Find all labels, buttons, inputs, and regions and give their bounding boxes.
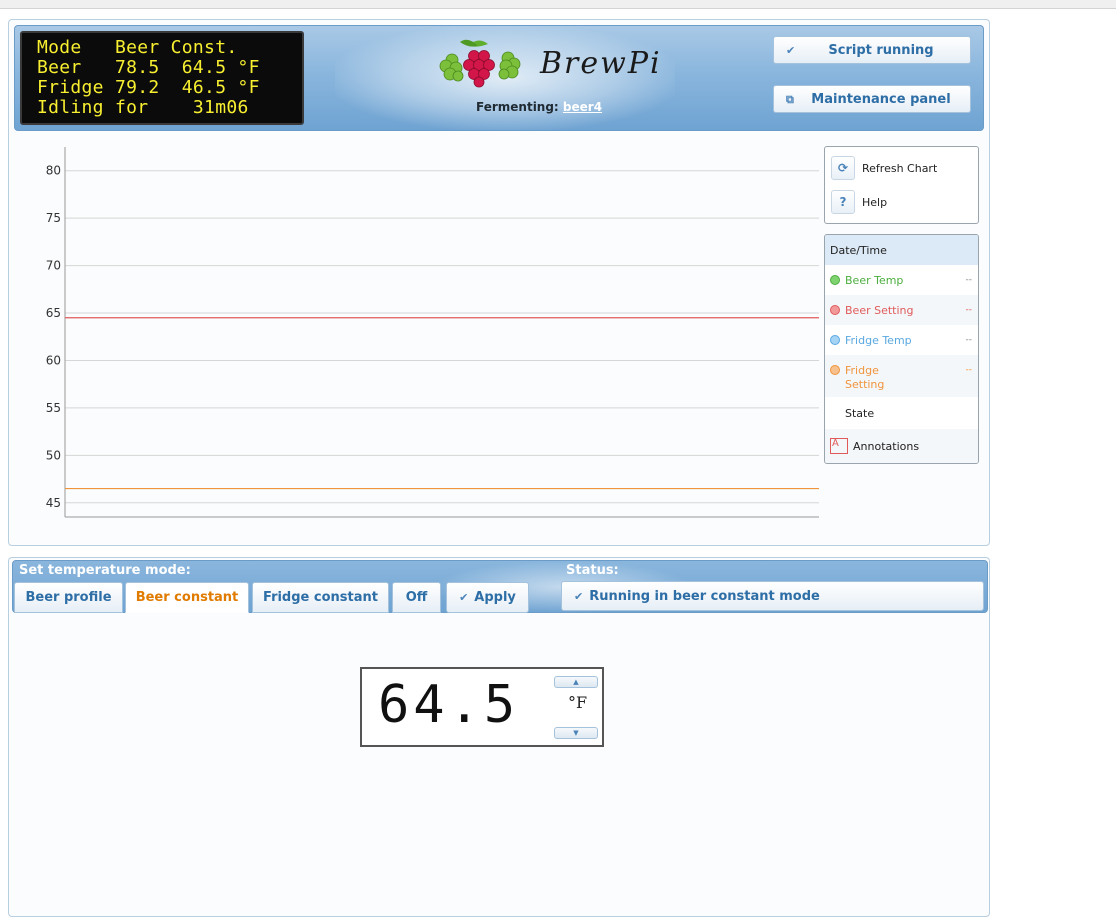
temperature-chart[interactable]: 45 50 55 60 65 70 75 80: [30, 145, 820, 525]
y-tick-label: 55: [46, 401, 61, 415]
y-tick-label: 75: [46, 211, 61, 225]
legend-item-annotations[interactable]: A Annotations: [825, 429, 978, 463]
fermenting-label: Fermenting: beer4: [476, 100, 602, 114]
legend-label: Fridge Temp: [845, 334, 912, 347]
legend-item-beer-setting[interactable]: Beer Setting --: [825, 295, 978, 325]
help-icon: ?: [831, 190, 855, 214]
y-tick-label: 60: [46, 353, 61, 367]
chevron-up-icon: ▲: [573, 678, 579, 686]
browser-bookmarks-bar: [0, 0, 1116, 9]
legend-value: --: [965, 335, 973, 345]
help-button[interactable]: ? Help: [831, 190, 887, 214]
legend-label: Beer Setting: [845, 304, 914, 317]
setpoint-unit: °F: [568, 693, 588, 712]
legend-value: --: [965, 305, 973, 315]
lcd-line-4: Idling for 31m06: [37, 97, 249, 118]
legend-value: --: [965, 365, 973, 375]
status-indicator: ✔ Running in beer constant mode: [561, 581, 984, 611]
setpoint-value[interactable]: 64.5: [378, 675, 519, 735]
decrease-setpoint-button[interactable]: ▼: [554, 727, 598, 739]
setpoint-widget: 64.5 ▲ °F ▼: [360, 667, 604, 747]
maintenance-panel-button[interactable]: ⧉ Maintenance panel: [773, 85, 971, 113]
y-tick-label: 65: [46, 306, 61, 320]
legend-value: --: [965, 275, 973, 285]
legend-label: Annotations: [853, 440, 920, 453]
maintenance-panel-label: Maintenance panel: [811, 92, 951, 107]
y-tick-label: 50: [46, 448, 61, 462]
beer-profile-button[interactable]: Beer profile: [14, 582, 123, 613]
legend-item-fridge-setting[interactable]: Fridge Setting --: [825, 355, 978, 397]
legend-label: Beer Temp: [845, 274, 904, 287]
chart-legend: Date/Time Beer Temp -- Beer Setting -- F…: [824, 234, 979, 464]
script-running-label: Script running: [828, 43, 934, 58]
y-tick-label: 45: [46, 496, 61, 510]
refresh-chart-label: Refresh Chart: [862, 161, 938, 175]
fermenting-text: Fermenting:: [476, 100, 559, 114]
legend-datetime: Date/Time: [825, 235, 978, 265]
status-text: Running in beer constant mode: [589, 588, 820, 604]
brand-name: BrewPi: [540, 46, 662, 81]
script-running-button[interactable]: ✔ Script running: [773, 36, 971, 64]
beer-name-link[interactable]: beer4: [563, 100, 602, 114]
checkmark-icon: ✔: [574, 589, 584, 603]
lcd-display: Mode Beer Const. Beer 78.5 64.5 °F Fridg…: [20, 31, 304, 125]
increase-setpoint-button[interactable]: ▲: [554, 676, 598, 688]
fridge-constant-button[interactable]: Fridge constant: [252, 582, 389, 613]
off-button[interactable]: Off: [392, 582, 441, 613]
apply-label: Apply: [474, 590, 516, 605]
y-tick-label: 80: [46, 164, 61, 178]
refresh-icon: ⟳: [831, 156, 855, 180]
lcd-line-1: Mode Beer Const.: [37, 37, 238, 58]
legend-item-state[interactable]: State: [825, 397, 978, 429]
checkmark-icon: ✔: [459, 591, 469, 604]
beer-temp-dot-icon: [830, 275, 840, 285]
legend-label: State: [845, 407, 875, 420]
apply-button[interactable]: ✔ Apply: [446, 582, 529, 613]
legend-item-fridge-temp[interactable]: Fridge Temp --: [825, 325, 978, 355]
help-label: Help: [862, 195, 888, 209]
lcd-line-2: Beer 78.5 64.5 °F: [37, 57, 260, 78]
lcd-line-3: Fridge 79.2 46.5 °F: [37, 77, 260, 98]
fridge-setting-dot-icon: [830, 365, 840, 375]
chart-controls: ⟳ Refresh Chart ? Help: [824, 146, 979, 224]
raspberry-logo-icon: [438, 36, 538, 92]
annotation-icon: A: [830, 438, 848, 454]
beer-constant-button[interactable]: Beer constant: [125, 582, 249, 613]
chevron-down-icon: ▼: [573, 729, 579, 737]
y-tick-label: 70: [46, 259, 61, 273]
status-title: Status:: [566, 563, 619, 578]
legend-label: Fridge Setting: [845, 364, 885, 391]
fridge-temp-dot-icon: [830, 335, 840, 345]
refresh-chart-button[interactable]: ⟳ Refresh Chart: [831, 156, 937, 180]
legend-item-beer-temp[interactable]: Beer Temp --: [825, 265, 978, 295]
beer-setting-dot-icon: [830, 305, 840, 315]
mode-title: Set temperature mode:: [19, 563, 191, 578]
